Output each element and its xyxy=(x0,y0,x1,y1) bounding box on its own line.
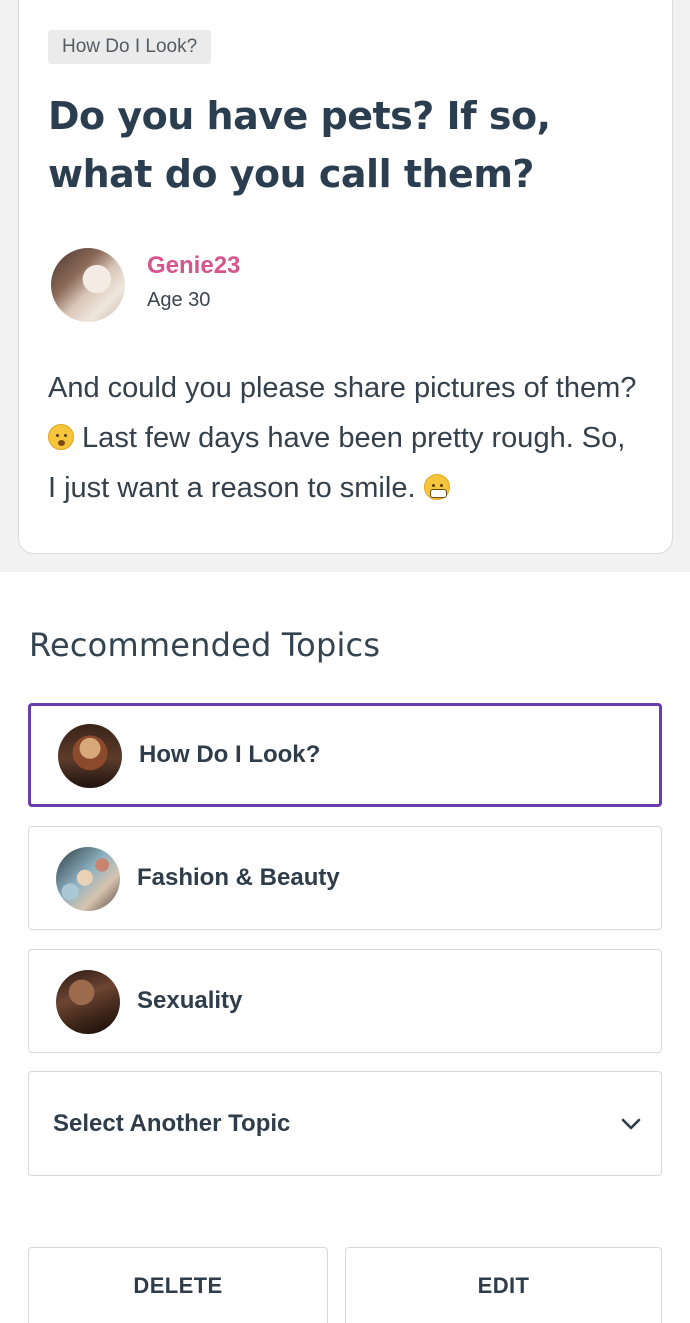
recommended-topics-heading: Recommended Topics xyxy=(29,626,381,664)
post-body: And could you please share pictures of t… xyxy=(48,363,638,513)
author-age: Age 30 xyxy=(147,289,211,311)
post-body-text-1: And could you please share pictures of t… xyxy=(48,372,637,404)
topic-option-sexuality[interactable]: Sexuality xyxy=(28,949,662,1053)
chevron-down-icon xyxy=(621,1118,641,1130)
topic-label: How Do I Look? xyxy=(139,741,321,768)
topic-label: Fashion & Beauty xyxy=(137,864,340,891)
grimacing-face-icon xyxy=(423,474,450,500)
silhouette-thumbnail xyxy=(56,970,120,1034)
select-topic-label: Select Another Topic xyxy=(53,1109,291,1137)
post-card: How Do I Look? Do you have pets? If so, … xyxy=(18,0,673,554)
hushed-face-icon xyxy=(48,424,74,450)
delete-button[interactable]: DELETE xyxy=(28,1247,328,1323)
topic-label: Sexuality xyxy=(137,987,243,1014)
edit-button[interactable]: EDIT xyxy=(345,1247,662,1323)
portrait-thumbnail xyxy=(58,724,122,788)
topic-option-fashion-beauty[interactable]: Fashion & Beauty xyxy=(28,826,662,930)
post-area: How Do I Look? Do you have pets? If so, … xyxy=(0,0,690,572)
author-avatar[interactable] xyxy=(51,248,125,322)
makeup-thumbnail xyxy=(56,847,120,911)
topic-tag[interactable]: How Do I Look? xyxy=(48,30,212,64)
select-another-topic-dropdown[interactable]: Select Another Topic xyxy=(28,1071,662,1176)
author-name[interactable]: Genie23 xyxy=(147,252,240,280)
post-body-text-2: Last few days have been pretty rough. So… xyxy=(48,422,626,504)
topic-option-how-do-i-look[interactable]: How Do I Look? xyxy=(28,703,662,807)
post-title: Do you have pets? If so, what do you cal… xyxy=(48,94,551,196)
